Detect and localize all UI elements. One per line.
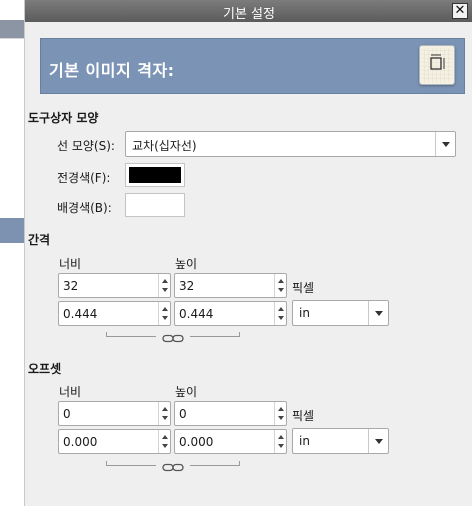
offset-width-unit-input[interactable]: 0.000: [58, 429, 171, 454]
spin-down-icon[interactable]: [162, 444, 168, 448]
parent-window-strip: [0, 0, 24, 506]
spin-down-icon[interactable]: [278, 416, 284, 420]
offset-section-label: 오프셋: [28, 362, 62, 376]
spin-up-icon[interactable]: [162, 279, 168, 283]
spacing-unit-value: in: [299, 306, 310, 320]
spin-down-icon[interactable]: [278, 288, 284, 292]
offset-width-px-input[interactable]: 0: [58, 401, 171, 426]
close-button[interactable]: ✕: [452, 3, 468, 19]
offset-px-unit-label: 픽셀: [292, 409, 315, 423]
spin-buttons[interactable]: [274, 274, 286, 297]
spin-buttons[interactable]: [158, 430, 170, 453]
spin-up-icon[interactable]: [278, 407, 284, 411]
spin-buttons[interactable]: [158, 274, 170, 297]
spacing-height-px-value: 32: [179, 279, 195, 293]
spin-up-icon[interactable]: [162, 435, 168, 439]
chain-bracket-left: [106, 461, 156, 466]
appearance-section-label: 도구상자 모양: [28, 111, 99, 125]
chevron-down-icon[interactable]: [368, 429, 388, 453]
spacing-width-label: 너비: [59, 257, 82, 271]
spin-down-icon[interactable]: [162, 316, 168, 320]
offset-width-label: 너비: [59, 385, 82, 399]
offset-width-px-value: 0: [63, 407, 71, 421]
window-title: 기본 설정: [223, 7, 275, 22]
spacing-section-label: 간격: [28, 233, 51, 247]
page-title: 기본 이미지 격자:: [49, 61, 175, 80]
offset-unit-value: in: [299, 434, 310, 448]
offset-width-unit-value: 0.000: [63, 435, 98, 449]
chain-bracket-right: [190, 332, 240, 337]
foreground-color-button[interactable]: [125, 163, 185, 187]
titlebar[interactable]: 기본 설정 ✕: [25, 0, 472, 22]
close-icon: ✕: [454, 3, 466, 18]
offset-height-unit-value: 0.000: [179, 435, 214, 449]
spin-buttons[interactable]: [274, 402, 286, 425]
chain-bracket-left: [106, 332, 156, 337]
foreground-color-label: 전경색(F):: [57, 171, 111, 185]
spacing-height-unit-input[interactable]: 0.444: [174, 301, 287, 326]
spacing-chain-button[interactable]: [106, 332, 240, 343]
spacing-width-unit-input[interactable]: 0.444: [58, 301, 171, 326]
spin-up-icon[interactable]: [278, 435, 284, 439]
line-style-value: 교차(십자선): [132, 139, 197, 153]
offset-chain-button[interactable]: [106, 461, 240, 472]
background-color-label: 배경색(B):: [57, 201, 112, 215]
chain-link-icon[interactable]: [162, 461, 184, 472]
spacing-unit-select[interactable]: in: [292, 300, 389, 326]
spacing-px-unit-label: 픽셀: [292, 281, 315, 295]
offset-height-label: 높이: [175, 385, 198, 399]
background-color-button[interactable]: [125, 193, 185, 217]
preferences-dialog: 기본 설정 ✕ 기본 이미지 격자: 도구상자 모양 선 모양(S): 교차(십…: [24, 0, 472, 506]
offset-unit-select[interactable]: in: [292, 428, 389, 454]
chain-link-icon[interactable]: [162, 332, 184, 343]
parent-selected-item[interactable]: [0, 218, 24, 243]
spin-buttons[interactable]: [158, 302, 170, 325]
chevron-down-icon[interactable]: [435, 132, 455, 156]
offset-height-unit-input[interactable]: 0.000: [174, 429, 287, 454]
spin-up-icon[interactable]: [278, 307, 284, 311]
spacing-height-px-input[interactable]: 32: [174, 273, 287, 298]
spin-up-icon[interactable]: [162, 407, 168, 411]
offset-height-px-value: 0: [179, 407, 187, 421]
spacing-width-px-value: 32: [63, 279, 79, 293]
offset-height-px-input[interactable]: 0: [174, 401, 287, 426]
spin-down-icon[interactable]: [162, 288, 168, 292]
page-header: 기본 이미지 격자:: [40, 38, 465, 94]
spin-buttons[interactable]: [274, 430, 286, 453]
chevron-down-icon[interactable]: [368, 301, 388, 325]
spacing-height-unit-value: 0.444: [179, 307, 214, 321]
spin-up-icon[interactable]: [162, 307, 168, 311]
line-style-select[interactable]: 교차(십자선): [125, 131, 456, 157]
spin-buttons[interactable]: [158, 402, 170, 425]
spin-buttons[interactable]: [274, 302, 286, 325]
spin-down-icon[interactable]: [278, 316, 284, 320]
line-style-label: 선 모양(S):: [57, 139, 115, 153]
foreground-color-fill: [129, 167, 181, 183]
spin-down-icon[interactable]: [278, 444, 284, 448]
spin-down-icon[interactable]: [162, 416, 168, 420]
background-color-fill: [129, 197, 181, 213]
spacing-height-label: 높이: [175, 257, 198, 271]
parent-window-band: [0, 20, 24, 38]
grid-icon: [419, 45, 455, 85]
chain-bracket-right: [190, 461, 240, 466]
divider: [0, 38, 24, 39]
spacing-width-px-input[interactable]: 32: [58, 273, 171, 298]
spin-up-icon[interactable]: [278, 279, 284, 283]
screen: 기본 설정 ✕ 기본 이미지 격자: 도구상자 모양 선 모양(S): 교차(십…: [0, 0, 472, 506]
spacing-width-unit-value: 0.444: [63, 307, 98, 321]
